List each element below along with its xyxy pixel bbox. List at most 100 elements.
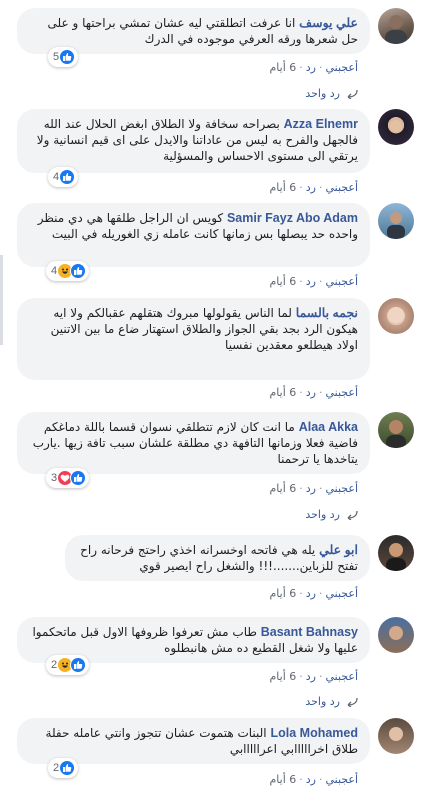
separator: ·	[299, 587, 303, 600]
person-icon	[387, 212, 405, 239]
separator: ·	[299, 386, 303, 399]
comment-age[interactable]: 6 أيام	[269, 386, 296, 399]
separator: ·	[318, 773, 323, 786]
separator: ·	[318, 181, 323, 194]
like-reaction-icon	[59, 169, 76, 185]
avatar[interactable]	[378, 8, 414, 44]
comment-actions: أعجبني·رد·6 أيام	[269, 61, 358, 74]
comment-actions: أعجبني·رد·6 أيام	[269, 670, 358, 683]
separator: ·	[299, 482, 303, 495]
comment-bubble: ابو علي يله هي فاتحه اوخسرانه اخذي راحتج…	[65, 535, 370, 581]
comment-author[interactable]: علي يوسف	[299, 16, 358, 30]
separator: ·	[318, 386, 323, 399]
view-replies-link[interactable]: رد واحد	[305, 508, 358, 521]
like-action[interactable]: أعجبني	[325, 181, 358, 194]
comment-bubble: Azza Elnemr بصراحه سخافة ولا الطلاق ابغض…	[17, 109, 370, 173]
comment-author[interactable]: Samir Fayz Abo Adam	[227, 211, 358, 225]
comment-age[interactable]: 6 أيام	[269, 773, 296, 786]
comment-bubble: نجمه بالسما لما الناس يقولولها مبروك هتق…	[17, 298, 370, 380]
like-reaction-icon	[70, 657, 87, 673]
reply-action[interactable]: رد	[306, 773, 316, 786]
person-icon	[386, 543, 406, 571]
separator: ·	[318, 61, 323, 74]
reaction-summary[interactable]: 4	[48, 167, 79, 187]
comment-author[interactable]: Basant Bahnasy	[261, 625, 358, 639]
person-icon	[389, 727, 403, 741]
comment-text: يله هي فاتحه اوخسرانه اخذي راحتج فرحانه …	[80, 543, 358, 573]
like-action[interactable]: أعجبني	[325, 386, 358, 399]
separator: ·	[318, 482, 323, 495]
comment-actions: أعجبني·رد·6 أيام	[269, 386, 358, 399]
reaction-summary[interactable]: 3	[46, 468, 90, 488]
reply-action[interactable]: رد	[306, 587, 316, 600]
comment-actions: أعجبني·رد·6 أيام	[269, 587, 358, 600]
reaction-summary[interactable]: 2	[48, 758, 79, 778]
separator: ·	[299, 61, 303, 74]
comment-author[interactable]: Lola Mohamed	[270, 726, 358, 740]
separator: ·	[299, 773, 303, 786]
comment-actions: أعجبني·رد·6 أيام	[269, 275, 358, 288]
view-replies-link[interactable]: رد واحد	[305, 695, 358, 708]
comment-age[interactable]: 6 أيام	[269, 670, 296, 683]
comment-age[interactable]: 6 أيام	[269, 482, 296, 495]
avatar[interactable]	[378, 203, 414, 239]
avatar[interactable]	[378, 298, 414, 334]
avatar[interactable]	[378, 718, 414, 754]
like-reaction-icon	[59, 760, 76, 776]
person-icon	[385, 15, 407, 44]
comment-bubble: Alaa Akka ما انت كان لازم تتطلقي نسوان ق…	[17, 412, 370, 474]
separator: ·	[299, 275, 303, 288]
reaction-summary[interactable]: 4	[46, 261, 90, 281]
comment-feed: علي يوسف انا عرفت اتطلقتي ليه عشان تمشي …	[0, 0, 424, 800]
comment-age[interactable]: 6 أيام	[269, 587, 296, 600]
reply-arrow-icon	[347, 89, 358, 99]
comment-bubble: Samir Fayz Abo Adam كويس ان الراجل طلقها…	[17, 203, 370, 267]
avatar[interactable]	[378, 535, 414, 571]
like-action[interactable]: أعجبني	[325, 670, 358, 683]
person-icon	[390, 120, 402, 132]
avatar[interactable]	[378, 617, 414, 653]
comment-age[interactable]: 6 أيام	[269, 275, 296, 288]
reply-action[interactable]: رد	[306, 482, 316, 495]
person-icon	[386, 420, 406, 448]
like-reaction-icon	[70, 470, 87, 486]
separator: ·	[299, 670, 303, 683]
replies-count-label: رد واحد	[305, 508, 340, 521]
comment-bubble: Lola Mohamed البنات هتموت عشان تتجوز وان…	[17, 718, 370, 764]
reply-action[interactable]: رد	[306, 386, 316, 399]
replies-count-label: رد واحد	[305, 87, 340, 100]
comment-author[interactable]: نجمه بالسما	[296, 306, 358, 320]
comment-actions: أعجبني·رد·6 أيام	[269, 482, 358, 495]
separator: ·	[299, 181, 303, 194]
avatar[interactable]	[378, 109, 414, 145]
like-action[interactable]: أعجبني	[325, 61, 358, 74]
like-action[interactable]: أعجبني	[325, 773, 358, 786]
reply-action[interactable]: رد	[306, 61, 316, 74]
separator: ·	[318, 670, 323, 683]
reply-arrow-icon	[347, 510, 358, 520]
comment-age[interactable]: 6 أيام	[269, 61, 296, 74]
reaction-summary[interactable]: 2	[46, 655, 90, 675]
reply-action[interactable]: رد	[306, 181, 316, 194]
reply-action[interactable]: رد	[306, 275, 316, 288]
separator: ·	[318, 587, 323, 600]
person-icon	[389, 626, 403, 640]
comment-actions: أعجبني·رد·6 أيام	[269, 773, 358, 786]
comment-author[interactable]: Azza Elnemr	[284, 117, 358, 131]
avatar[interactable]	[378, 412, 414, 448]
like-action[interactable]: أعجبني	[325, 482, 358, 495]
scroll-edge	[0, 255, 3, 345]
comment-age[interactable]: 6 أيام	[269, 181, 296, 194]
like-action[interactable]: أعجبني	[325, 275, 358, 288]
comment-author[interactable]: Alaa Akka	[299, 420, 358, 434]
like-reaction-icon	[59, 49, 76, 65]
like-action[interactable]: أعجبني	[325, 587, 358, 600]
person-icon	[388, 307, 404, 323]
reaction-summary[interactable]: 5	[48, 47, 79, 67]
comment-author[interactable]: ابو علي	[319, 543, 358, 557]
comment-actions: أعجبني·رد·6 أيام	[269, 181, 358, 194]
like-reaction-icon	[70, 263, 87, 279]
reply-action[interactable]: رد	[306, 670, 316, 683]
replies-count-label: رد واحد	[305, 695, 340, 708]
view-replies-link[interactable]: رد واحد	[305, 87, 358, 100]
